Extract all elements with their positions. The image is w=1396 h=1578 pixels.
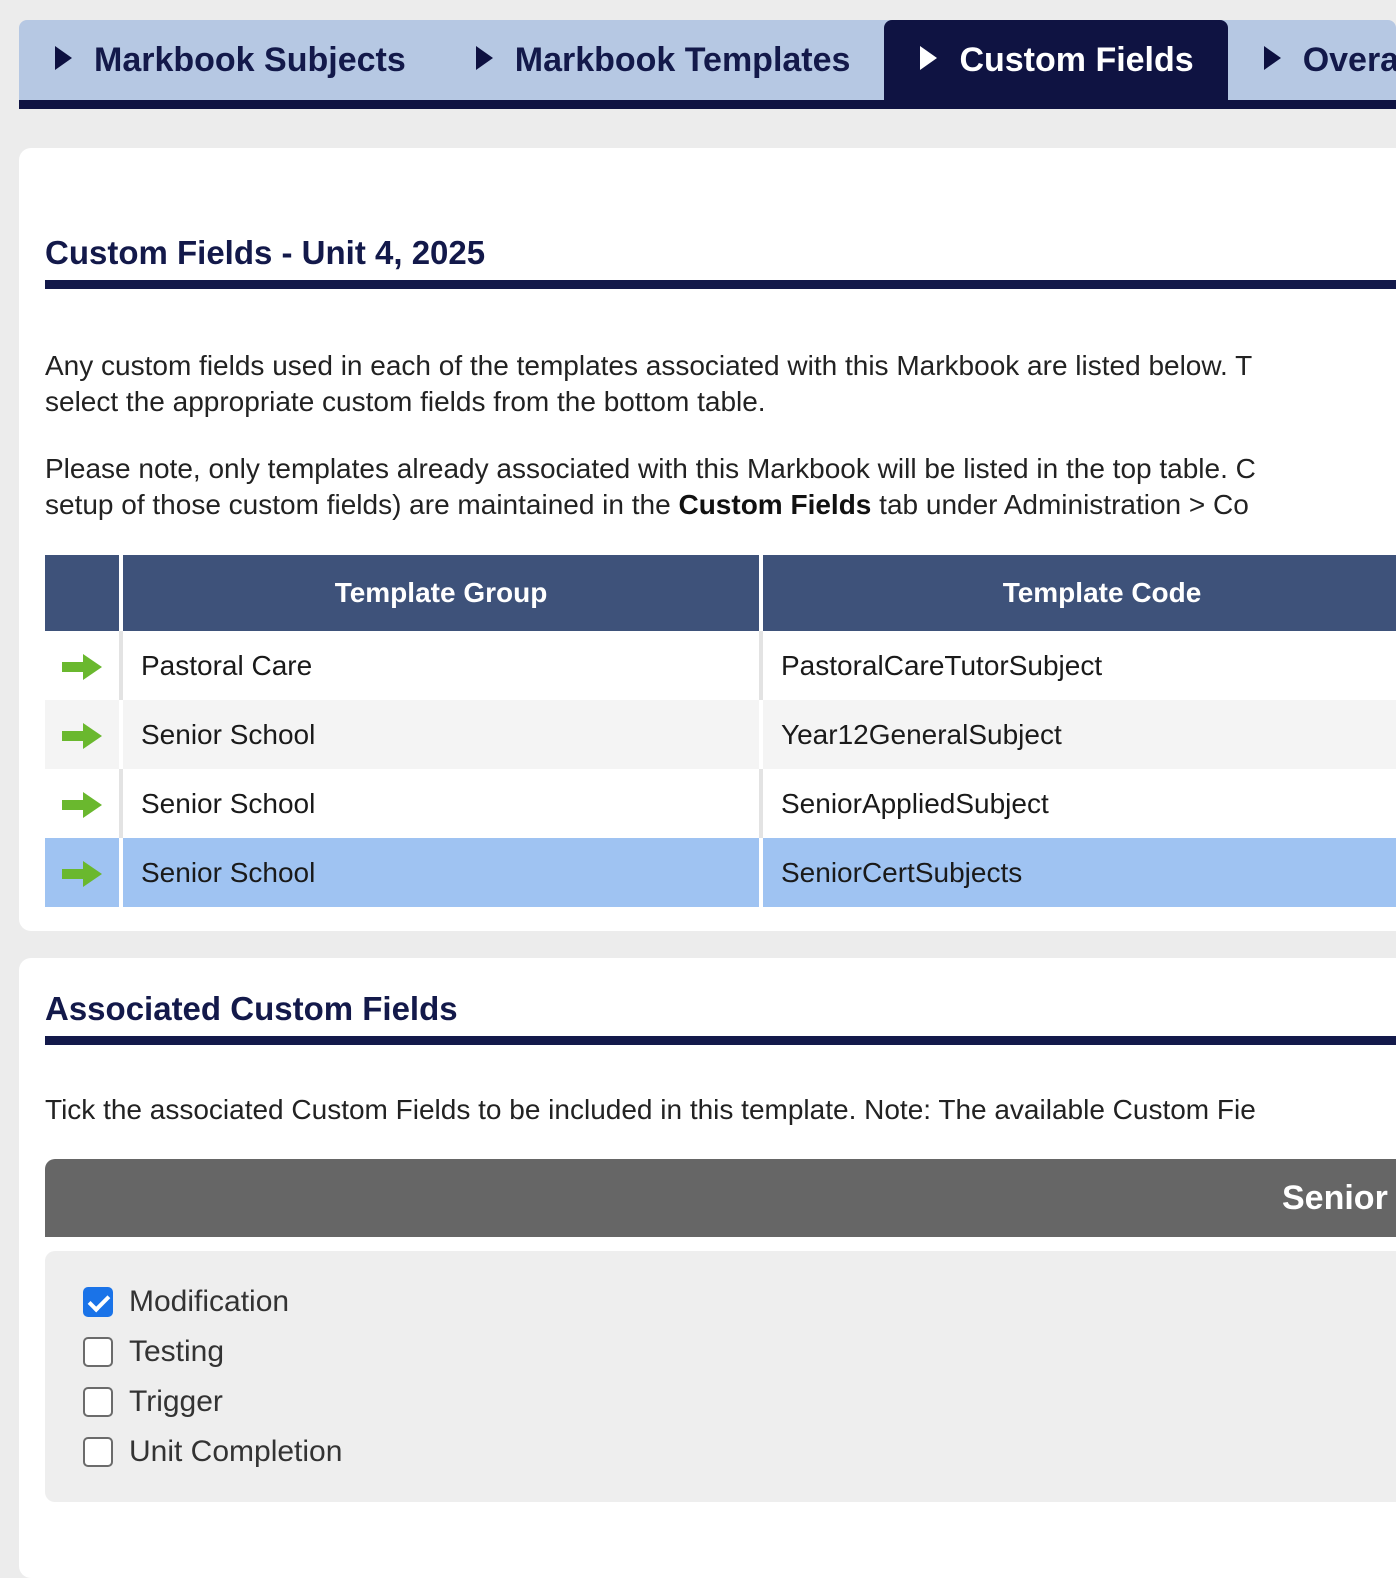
tab-label: Overa (1302, 40, 1396, 79)
custom-field-label: Unit Completion (129, 1435, 343, 1468)
green-right-arrow-icon (62, 860, 102, 887)
template-code-cell: SeniorCertSubjects (761, 838, 1396, 907)
custom-field-unit-completion[interactable]: Unit Completion (83, 1435, 342, 1469)
tab-markbook-templates[interactable]: Markbook Templates (440, 20, 885, 100)
custom-fields-panel: Custom Fields - Unit 4, 2025 Any custom … (19, 148, 1396, 931)
custom-field-modification[interactable]: Modification (83, 1285, 289, 1319)
section-title: Associated Custom Fields (45, 990, 458, 1027)
section-divider (45, 1036, 1396, 1045)
column-header-template-group: Template Group (121, 555, 763, 631)
triangle-right-icon (475, 46, 493, 70)
custom-field-trigger[interactable]: Trigger (83, 1385, 223, 1419)
arrow-cell (45, 700, 123, 769)
associated-custom-fields-panel: Associated Custom Fields Tick the associ… (19, 958, 1396, 1578)
template-code-cell: PastoralCareTutorSubject (761, 631, 1396, 700)
template-group-cell: Pastoral Care (121, 631, 763, 700)
template-group-cell: Senior School (121, 700, 763, 769)
arrow-column-header (45, 555, 123, 631)
checkbox-unchecked[interactable] (83, 1437, 113, 1467)
template-group-cell: Senior School (121, 769, 763, 838)
tab-custom-fields[interactable]: Custom Fields (884, 20, 1228, 100)
column-header-template-code: Template Code (761, 555, 1396, 631)
checkbox-checked[interactable] (83, 1287, 113, 1317)
custom-field-label: Testing (129, 1335, 225, 1368)
instruction-text: Tick the associated Custom Fields to be … (45, 1094, 1256, 1125)
tab-label: Markbook Templates (514, 40, 851, 79)
custom-field-label: Trigger (129, 1385, 223, 1418)
custom-field-testing[interactable]: Testing (83, 1335, 224, 1369)
note-line: setup of those custom fields) are mainta… (45, 487, 1256, 523)
intro-text: Any custom fields used in each of the te… (45, 348, 1252, 420)
tab-overall[interactable]: Overa (1228, 20, 1396, 100)
table-row-selected[interactable]: Senior School SeniorCertSubjects (45, 838, 1396, 907)
table-row[interactable]: Pastoral Care PastoralCareTutorSubject (45, 631, 1396, 700)
template-table: Template Group Template Code Pastoral Ca… (45, 555, 1396, 907)
green-right-arrow-icon (62, 791, 102, 818)
arrow-cell (45, 838, 123, 907)
note-text: Please note, only templates already asso… (45, 451, 1256, 523)
tab-bar: Markbook Subjects Markbook Templates Cus… (19, 20, 1396, 109)
template-code-cell: SeniorAppliedSubject (761, 769, 1396, 838)
checkbox-unchecked[interactable] (83, 1387, 113, 1417)
arrow-cell (45, 631, 123, 700)
tab-label: Markbook Subjects (94, 40, 406, 79)
custom-field-label: Modification (129, 1285, 290, 1318)
table-row[interactable]: Senior School Year12GeneralSubject (45, 700, 1396, 769)
green-right-arrow-icon (62, 653, 102, 680)
table-header-row: Template Group Template Code (45, 555, 1396, 631)
triangle-right-icon (55, 46, 72, 70)
tab-label: Custom Fields (959, 40, 1194, 79)
intro-line: Any custom fields used in each of the te… (45, 350, 1253, 381)
tab-list: Markbook Subjects Markbook Templates Cus… (19, 20, 1396, 100)
triangle-right-icon (920, 46, 938, 70)
checkbox-unchecked[interactable] (83, 1337, 113, 1367)
tab-underline (19, 100, 1396, 109)
section-title: Custom Fields - Unit 4, 2025 (45, 234, 486, 271)
section-divider (45, 280, 1396, 289)
custom-fields-list: Modification Testing Trigger Unit Comple… (45, 1251, 1396, 1502)
arrow-cell (45, 769, 123, 838)
note-text-part: tab under Administration > Co (871, 489, 1249, 520)
note-bold-text: Custom Fields (678, 489, 872, 520)
table-row[interactable]: Senior School SeniorAppliedSubject (45, 769, 1396, 838)
note-line: Please note, only templates already asso… (45, 453, 1256, 484)
note-text-part: setup of those custom fields) are mainta… (45, 489, 679, 520)
triangle-right-icon (1263, 46, 1281, 70)
tab-markbook-subjects[interactable]: Markbook Subjects (19, 20, 440, 100)
template-group-cell: Senior School (121, 838, 763, 907)
group-header-label: Senior (1282, 1179, 1388, 1217)
custom-field-group-header: Senior (45, 1159, 1396, 1237)
template-code-cell: Year12GeneralSubject (761, 700, 1396, 769)
green-right-arrow-icon (62, 722, 102, 749)
intro-line: select the appropriate custom fields fro… (45, 386, 766, 417)
